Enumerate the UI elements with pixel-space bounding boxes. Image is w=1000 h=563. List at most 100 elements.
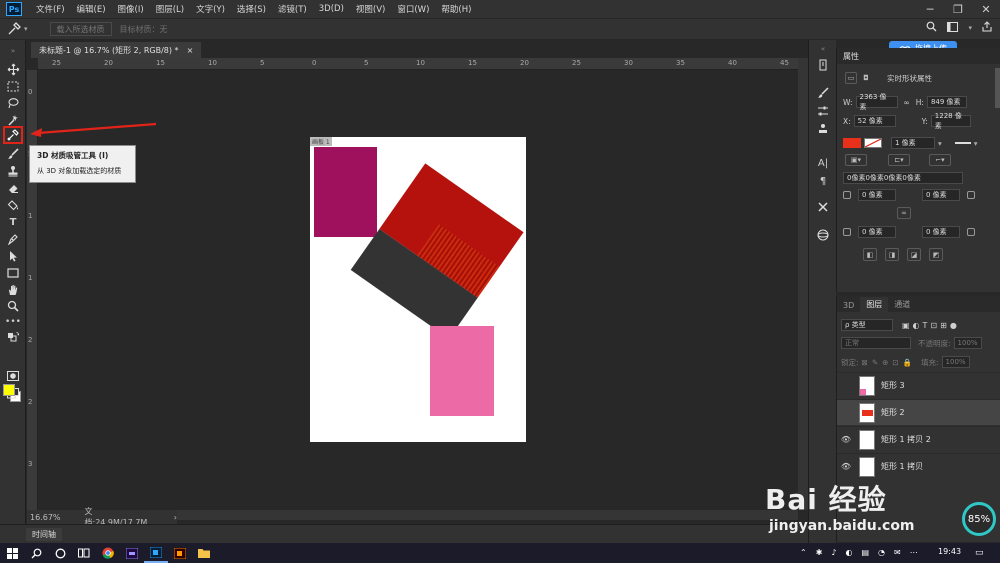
- subtract-shapes-icon[interactable]: ◨: [885, 248, 899, 261]
- search-icon[interactable]: [24, 543, 48, 563]
- toolbox-collapse-icon[interactable]: »: [5, 44, 21, 58]
- path-selection-tool-icon[interactable]: [5, 249, 21, 263]
- panel-collapse-icon[interactable]: «: [816, 42, 830, 56]
- taskbar-clock[interactable]: 19:43: [938, 547, 961, 556]
- tab-3d[interactable]: 3D: [837, 299, 860, 312]
- top-right-corner-icon[interactable]: [967, 191, 975, 199]
- opacity-field[interactable]: 100%: [953, 337, 982, 349]
- more-tools-icon[interactable]: •••: [5, 315, 21, 329]
- top-left-corner-icon[interactable]: [843, 191, 851, 199]
- menu-select[interactable]: 选择(S): [231, 3, 272, 15]
- 3d-panel-icon[interactable]: [816, 228, 830, 242]
- quick-mask-icon[interactable]: [5, 369, 21, 383]
- adjustments-panel-icon[interactable]: [816, 104, 830, 118]
- performance-widget[interactable]: 85%: [962, 502, 996, 536]
- pen-tool-icon[interactable]: [5, 232, 21, 246]
- foreground-color-swatch[interactable]: [3, 384, 15, 396]
- menu-layer[interactable]: 图层(L): [150, 3, 190, 15]
- windows-start-icon[interactable]: [0, 543, 24, 563]
- close-tab-icon[interactable]: ×: [187, 46, 194, 55]
- menu-type[interactable]: 文字(Y): [190, 3, 231, 15]
- layer-name[interactable]: 矩形 3: [881, 380, 905, 391]
- move-tool-icon[interactable]: [5, 62, 21, 76]
- tab-layers[interactable]: 图层: [860, 297, 889, 312]
- menu-image[interactable]: 图像(I): [112, 3, 150, 15]
- layer-name[interactable]: 矩形 2: [881, 407, 905, 418]
- width-field[interactable]: 2363 像素: [855, 93, 898, 111]
- close-icon[interactable]: ✕: [972, 3, 1000, 16]
- x-field[interactable]: 52 像素: [853, 115, 896, 127]
- status-menu-arrow-icon[interactable]: ›: [174, 513, 177, 522]
- menu-view[interactable]: 视图(V): [350, 3, 391, 15]
- vertical-scrollbar[interactable]: [798, 58, 808, 510]
- top-right-radius-field[interactable]: 0 像素: [922, 189, 960, 201]
- bottom-right-radius-field[interactable]: 0 像素: [922, 226, 960, 238]
- chrome-icon[interactable]: [96, 543, 120, 563]
- timeline-tab[interactable]: 时间轴: [26, 528, 62, 541]
- tab-channels[interactable]: 通道: [888, 297, 916, 312]
- brush-settings-panel-icon[interactable]: [816, 86, 830, 100]
- top-left-radius-field[interactable]: 0 像素: [858, 189, 896, 201]
- menu-filter[interactable]: 滤镜(T): [272, 3, 313, 15]
- share-icon[interactable]: [982, 21, 992, 35]
- corner-link-icon[interactable]: ∞: [897, 207, 911, 219]
- after-effects-icon[interactable]: [120, 543, 144, 563]
- layer-filter-dropdown[interactable]: ρ 类型: [841, 319, 893, 331]
- stroke-width-dropdown-icon[interactable]: ▾: [938, 139, 942, 148]
- height-field[interactable]: 849 像素: [926, 96, 967, 108]
- type-tool-icon[interactable]: T: [5, 215, 21, 229]
- workspace-icon[interactable]: [947, 21, 959, 35]
- system-tray-icons[interactable]: ⌃✱♪◐▤◔✉⋯: [800, 548, 927, 557]
- blend-mode-dropdown[interactable]: 正常: [841, 337, 911, 349]
- bottom-left-corner-icon[interactable]: [843, 228, 851, 236]
- eraser-tool-icon[interactable]: [5, 181, 21, 195]
- properties-scrollbar[interactable]: [995, 68, 1000, 108]
- workspace-dropdown-icon[interactable]: ▾: [968, 24, 972, 32]
- tools-panel-icon[interactable]: [816, 200, 830, 214]
- link-icon[interactable]: ∞: [904, 98, 910, 107]
- task-view-icon[interactable]: [72, 543, 96, 563]
- layer-rectangle-pink[interactable]: [430, 326, 494, 416]
- layer-row[interactable]: 👁 矩形 1 拷贝: [837, 453, 1000, 479]
- layer-filter-icons[interactable]: ▣◐T⊡⊞●: [902, 321, 960, 330]
- fill-field[interactable]: 100%: [941, 356, 970, 368]
- layer-name[interactable]: 矩形 1 拷贝 2: [881, 434, 931, 445]
- y-field[interactable]: 1228 像素: [930, 112, 971, 130]
- rectangle-tool-icon[interactable]: [5, 266, 21, 280]
- zoom-level[interactable]: 16.67%: [30, 513, 61, 522]
- stamp-panel-icon[interactable]: [816, 122, 830, 136]
- marquee-tool-icon[interactable]: [5, 79, 21, 93]
- cortana-icon[interactable]: [48, 543, 72, 563]
- quick-selection-tool-icon[interactable]: [5, 113, 21, 127]
- exclude-shapes-icon[interactable]: ◩: [929, 248, 943, 261]
- hand-tool-icon[interactable]: [5, 283, 21, 297]
- eyedropper-icon[interactable]: [6, 22, 22, 36]
- zoom-tool-icon[interactable]: [5, 299, 21, 313]
- brush-tool-icon[interactable]: [5, 147, 21, 161]
- menu-file[interactable]: 文件(F): [30, 3, 71, 15]
- artboard[interactable]: [310, 137, 526, 442]
- maximize-icon[interactable]: ❐: [944, 3, 972, 16]
- lasso-tool-icon[interactable]: [5, 96, 21, 110]
- character-panel-icon[interactable]: A|: [816, 156, 830, 170]
- bottom-left-radius-field[interactable]: 0 像素: [858, 226, 896, 238]
- stroke-cap-dropdown[interactable]: ⊏▾: [888, 154, 910, 166]
- menu-help[interactable]: 帮助(H): [435, 3, 477, 15]
- stroke-align-dropdown[interactable]: ▣▾: [845, 154, 867, 166]
- eye-icon[interactable]: 👁: [837, 435, 855, 444]
- tool-preset-dropdown-icon[interactable]: ▾: [24, 25, 28, 33]
- stroke-width-field[interactable]: 1 像素: [891, 137, 935, 149]
- layer-name[interactable]: 矩形 1 拷贝: [881, 461, 923, 472]
- layer-rectangle-purple[interactable]: [314, 147, 377, 237]
- menu-edit[interactable]: 编辑(E): [71, 3, 112, 15]
- corner-radii-field[interactable]: 0像素0像素0像素0像素: [843, 172, 963, 184]
- minimize-icon[interactable]: ─: [916, 3, 944, 16]
- menu-window[interactable]: 窗口(W): [391, 3, 435, 15]
- file-explorer-icon[interactable]: [192, 543, 216, 563]
- eye-icon[interactable]: 👁: [837, 462, 855, 471]
- illustrator-icon[interactable]: [168, 543, 192, 563]
- layer-row[interactable]: 矩形 3: [837, 372, 1000, 398]
- stroke-type-line[interactable]: [954, 142, 971, 144]
- history-panel-icon[interactable]: [816, 58, 830, 72]
- clone-stamp-tool-icon[interactable]: [5, 164, 21, 178]
